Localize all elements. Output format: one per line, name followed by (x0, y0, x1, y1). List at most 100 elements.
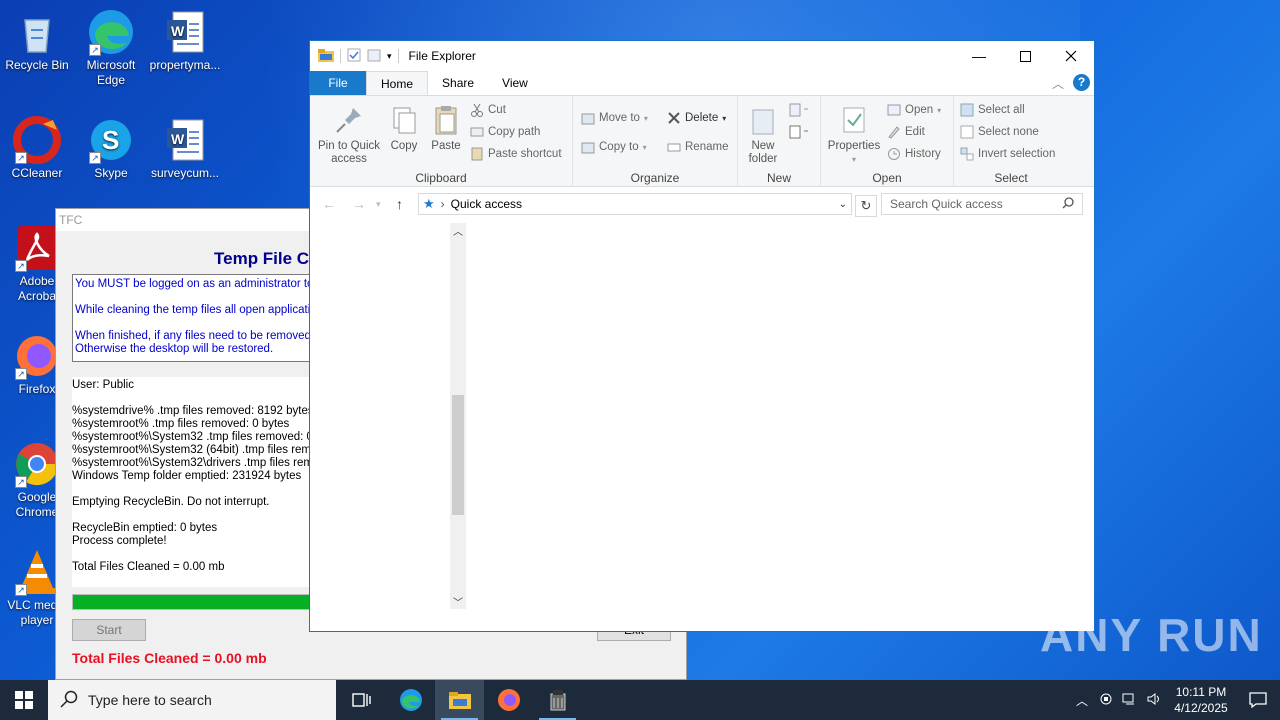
paste-shortcut-label: Paste shortcut (488, 148, 562, 160)
tab-share[interactable]: Share (428, 71, 488, 95)
taskbar-firefox[interactable] (484, 680, 533, 720)
paste-shortcut-button[interactable]: Paste shortcut (470, 144, 562, 164)
organize-group: Move to ▾ Copy to ▾ Delete ▾ Rename Organiz… (573, 96, 738, 187)
notification-icon[interactable] (1236, 692, 1280, 708)
star-icon: ★ (423, 196, 435, 211)
chrome-icon: ↗ (13, 440, 61, 488)
clock[interactable]: 10:11 PM 4/12/2025 (1166, 684, 1236, 716)
shortcut-arrow-icon: ↗ (89, 44, 101, 56)
taskbar-file-explorer[interactable] (435, 680, 484, 720)
select-none-button[interactable]: Select none (960, 122, 1039, 142)
new-folder-button[interactable]: New folder (742, 104, 784, 166)
clipboard-group: Pin to Quick access Copy Paste Cut Copy … (310, 96, 573, 187)
cut-button[interactable]: Cut (470, 100, 506, 120)
recycle-bin-icon (13, 8, 61, 56)
rename-icon (667, 140, 681, 154)
history-button[interactable]: History (887, 144, 941, 164)
navigation-pane-scrollbar[interactable]: ︿ ﹀ (450, 223, 466, 609)
forward-arrow-icon[interactable]: → (352, 196, 366, 212)
paste-icon (430, 104, 462, 136)
tab-home[interactable]: Home (366, 71, 429, 95)
desktop-icon-edge[interactable]: ↗ Microsoft Edge (74, 8, 148, 88)
new-item-icon[interactable] (788, 102, 810, 121)
dropdown-arrow-icon: ▾ (937, 105, 942, 115)
address-bar[interactable]: ★ › Quick access ⌄ (418, 193, 852, 215)
copy-to-button[interactable]: Copy to ▾ (581, 137, 647, 157)
open-button[interactable]: Open ▾ (887, 100, 941, 120)
desktop-icon-ccleaner[interactable]: ↗ CCleaner (0, 116, 74, 181)
back-arrow-icon[interactable]: ← (322, 196, 336, 212)
copy-path-label: Copy path (488, 126, 541, 138)
volume-icon[interactable] (1142, 692, 1166, 709)
customize-toolbar-icon[interactable]: ▾ (387, 51, 392, 62)
properties-check-icon[interactable] (347, 48, 361, 65)
select-all-button[interactable]: Select all (960, 100, 1025, 120)
edit-label: Edit (905, 126, 925, 138)
move-to-button[interactable]: Move to ▾ (581, 108, 648, 128)
file-explorer-window: ▾ File Explorer — File Home Share View ︿… (309, 40, 1095, 632)
tab-file[interactable]: File (310, 71, 366, 95)
task-view-button[interactable] (337, 680, 386, 720)
breadcrumb-quick-access[interactable]: Quick access (451, 197, 522, 211)
address-dropdown-icon[interactable]: ⌄ (839, 199, 847, 210)
search-icon[interactable] (1062, 197, 1074, 212)
refresh-icon[interactable]: ↻ (855, 195, 877, 217)
cut-label: Cut (488, 104, 506, 116)
select-none-label: Select none (978, 126, 1039, 138)
properties-label: Properties (827, 140, 881, 152)
search-input[interactable]: Search Quick access (881, 193, 1083, 215)
taskbar-search-placeholder: Type here to search (88, 692, 212, 708)
windows-logo-icon (15, 691, 33, 709)
chevron-up-icon[interactable]: ︿ (1070, 692, 1094, 709)
recent-locations-icon[interactable]: ▾ (376, 199, 381, 210)
scroll-thumb[interactable] (452, 395, 464, 515)
firefox-icon: ↗ (13, 332, 61, 380)
start-button[interactable] (0, 680, 48, 720)
taskbar-edge[interactable] (386, 680, 435, 720)
history-label: History (905, 148, 941, 160)
scroll-down-icon[interactable]: ﹀ (453, 594, 463, 609)
pin-to-quick-access-button[interactable]: Pin to Quick access (316, 104, 382, 166)
select-none-icon (960, 125, 974, 139)
desktop-icon-label: Google Chrome (15, 490, 59, 519)
desktop-icon-surveycum[interactable]: W surveycum... (148, 116, 222, 181)
edit-button[interactable]: Edit (887, 122, 925, 142)
desktop-icon-recycle-bin[interactable]: Recycle Bin (0, 8, 74, 73)
desktop-icon-label: CCleaner (11, 166, 63, 180)
properties-icon (838, 104, 870, 136)
paste-button[interactable]: Paste (428, 104, 464, 153)
rename-button[interactable]: Rename (667, 137, 728, 157)
select-all-label: Select all (978, 104, 1025, 116)
maximize-icon[interactable] (1002, 41, 1048, 71)
up-arrow-icon[interactable]: ↑ (396, 196, 403, 212)
start-button[interactable]: Start (72, 619, 146, 641)
invert-selection-button[interactable]: Invert selection (960, 144, 1055, 164)
paste-shortcut-icon (470, 147, 484, 161)
taskbar-search-input[interactable]: Type here to search (48, 680, 336, 720)
history-icon (887, 147, 901, 161)
group-label: New (766, 171, 791, 185)
desktop-icon-skype[interactable]: S ↗ Skype (74, 116, 148, 181)
quick-access-toolbar: ▾ (318, 48, 399, 65)
tab-view[interactable]: View (488, 71, 542, 95)
paste-label: Paste (431, 140, 461, 152)
new-folder-small-icon[interactable] (367, 48, 381, 65)
desktop-icon-propertyma[interactable]: W propertyma... (148, 8, 222, 73)
copy-path-button[interactable]: Copy path (470, 122, 540, 142)
scroll-up-icon[interactable]: ︿ (453, 223, 463, 238)
minimize-icon[interactable]: — (956, 41, 1002, 71)
network-icon[interactable] (1118, 692, 1142, 709)
system-tray: ︿ 10:11 PM 4/12/2025 (1070, 680, 1280, 720)
delete-button[interactable]: Delete ▾ (667, 108, 726, 128)
properties-button[interactable]: Properties ▾ (825, 104, 883, 166)
dropdown-arrow-icon: ▾ (722, 113, 727, 123)
open-label: Open (905, 104, 934, 116)
collapse-ribbon-icon[interactable]: ︿ (1052, 75, 1064, 92)
desktop: Recycle Bin ↗ Microsoft Edge W propertym… (0, 0, 1280, 680)
help-icon[interactable]: ? (1073, 74, 1090, 91)
taskbar-tfc[interactable] (533, 680, 582, 720)
close-icon[interactable] (1048, 41, 1094, 71)
easy-access-icon[interactable] (788, 124, 810, 143)
security-icon[interactable] (1094, 692, 1118, 709)
copy-button[interactable]: Copy (386, 104, 422, 153)
